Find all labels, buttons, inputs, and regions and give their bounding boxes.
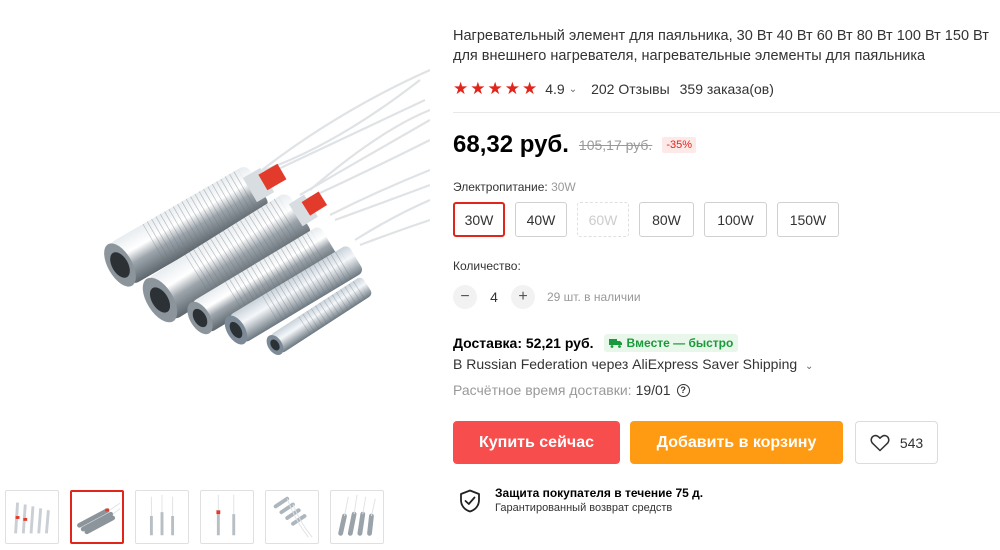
star-icon: ★ xyxy=(470,79,486,98)
option-80w[interactable]: 80W xyxy=(639,202,694,237)
action-buttons: Купить сейчас Добавить в корзину 543 xyxy=(453,421,1000,464)
shipping-row: Доставка: 52,21 руб. Вместе — быстро xyxy=(453,333,1000,353)
star-icon: ★ xyxy=(453,79,469,98)
thumbnail[interactable] xyxy=(330,490,384,544)
power-label: Электропитание: 30W xyxy=(453,180,1000,194)
quantity-label: Количество: xyxy=(453,259,521,273)
quantity-value[interactable]: 4 xyxy=(477,289,511,305)
orders-count: 359 заказа(ов) xyxy=(679,81,774,97)
current-price: 68,32 руб. xyxy=(453,131,569,158)
divider xyxy=(453,112,1000,113)
star-icon: ★ xyxy=(504,79,520,98)
delivery-date: 19/01 xyxy=(635,382,671,398)
product-title: Нагревательный элемент для паяльника, 30… xyxy=(453,28,989,64)
product-info-panel: Нагревательный элемент для паяльника, 30… xyxy=(453,26,1000,516)
truck-icon xyxy=(608,339,622,348)
shipping-method[interactable]: В Russian Federation через AliExpress Sa… xyxy=(453,356,1000,376)
delivery-time: Расчётное время доставки: 19/01 ? xyxy=(453,380,1000,400)
shield-check-icon xyxy=(460,489,480,512)
thumbnail[interactable] xyxy=(135,490,189,544)
buyer-protection-title: Защита покупателя в течение 75 д. xyxy=(495,486,704,500)
rating-value[interactable]: 4.9 xyxy=(545,81,564,97)
heart-icon xyxy=(870,434,890,451)
old-price: 105,17 руб. xyxy=(578,137,653,153)
price-row: 68,32 руб. 105,17 руб. -35% xyxy=(453,130,1000,160)
buy-now-button[interactable]: Купить сейчас xyxy=(453,421,620,464)
add-to-cart-button[interactable]: Добавить в корзину xyxy=(630,421,843,464)
rating-stars[interactable]: ★ ★ ★ ★ ★ xyxy=(453,79,537,99)
thumbnail-active[interactable] xyxy=(70,490,124,544)
chevron-down-icon[interactable]: ⌄ xyxy=(805,361,813,372)
increment-button[interactable]: + xyxy=(511,285,535,309)
quantity-stepper: − 4 + 29 шт. в наличии xyxy=(453,285,1000,309)
power-selected-value: 30W xyxy=(551,180,576,194)
power-options: 30W 40W 60W 80W 100W 150W xyxy=(453,202,1000,237)
power-label-text: Электропитание: xyxy=(453,180,548,194)
star-icon: ★ xyxy=(522,79,538,98)
wishlist-button[interactable]: 543 xyxy=(855,421,938,464)
decrement-button[interactable]: − xyxy=(453,285,477,309)
buyer-protection-text: Защита покупателя в течение 75 д. Гарант… xyxy=(495,485,703,516)
shipping-badge-text: Вместе — быстро xyxy=(626,336,734,350)
stock-count: 29 шт. в наличии xyxy=(547,290,641,304)
star-icon: ★ xyxy=(487,79,503,98)
option-30w[interactable]: 30W xyxy=(453,202,505,237)
delivery-time-label: Расчётное время доставки: xyxy=(453,382,632,398)
buyer-protection: Защита покупателя в течение 75 д. Гарант… xyxy=(453,485,1000,516)
buyer-protection-subtitle: Гарантированный возврат средств xyxy=(495,502,673,514)
shipping-badge: Вместе — быстро xyxy=(603,334,739,352)
thumbnail-strip xyxy=(5,490,384,544)
rating-row: ★ ★ ★ ★ ★ 4.9 ⌄ 202 Отзывы 359 заказа(ов… xyxy=(453,79,1000,99)
thumbnail[interactable] xyxy=(265,490,319,544)
option-100w[interactable]: 100W xyxy=(704,202,767,237)
reviews-link[interactable]: 202 Отзывы xyxy=(591,81,670,97)
thumbnail[interactable] xyxy=(200,490,254,544)
discount-badge: -35% xyxy=(662,137,697,153)
thumbnail[interactable] xyxy=(5,490,59,544)
shipping-cost: Доставка: 52,21 руб. xyxy=(453,335,594,351)
option-150w[interactable]: 150W xyxy=(777,202,839,237)
option-60w: 60W xyxy=(577,202,629,237)
wishlist-count: 543 xyxy=(899,434,924,451)
option-40w[interactable]: 40W xyxy=(515,202,567,237)
chevron-down-icon[interactable]: ⌄ xyxy=(569,84,577,95)
main-product-image[interactable] xyxy=(0,0,431,470)
shipping-method-text: В Russian Federation через AliExpress Sa… xyxy=(453,356,798,372)
help-icon[interactable]: ? xyxy=(676,383,690,397)
